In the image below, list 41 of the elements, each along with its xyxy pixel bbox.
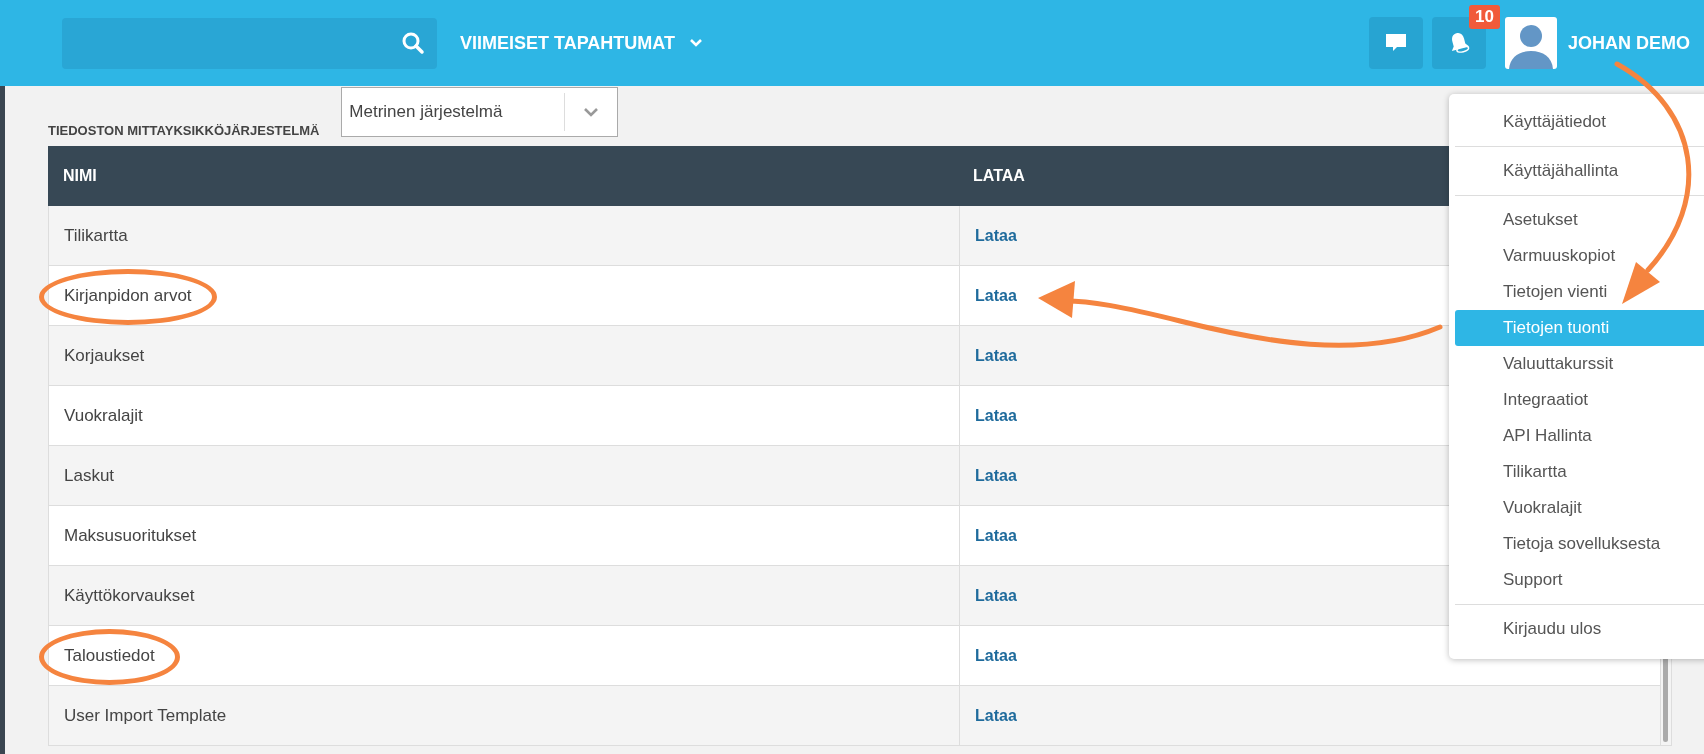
menu-item[interactable]: Tilikartta	[1455, 454, 1704, 490]
search-field[interactable]	[62, 17, 437, 69]
menu-item[interactable]: Integraatiot	[1455, 382, 1704, 418]
menu-item[interactable]: Valuuttakurssit	[1455, 346, 1704, 382]
chevron-down-icon	[689, 38, 703, 48]
chat-icon	[1384, 32, 1408, 54]
unit-system-select[interactable]: Metrinen järjestelmä	[341, 87, 619, 137]
search-icon	[401, 31, 425, 55]
file-name: User Import Template	[64, 705, 227, 726]
download-link[interactable]: Lataa	[975, 526, 1017, 545]
menu-item[interactable]: Vuokralajit	[1455, 490, 1704, 526]
download-link[interactable]: Lataa	[975, 406, 1017, 425]
unit-system-label: TIEDOSTON MITTAYKSIKKÖJÄRJESTELMÄ	[48, 123, 320, 138]
download-link[interactable]: Lataa	[975, 286, 1017, 305]
file-name: Korjaukset	[64, 345, 145, 366]
menu-item[interactable]: Varmuuskopiot	[1455, 238, 1704, 274]
menu-item[interactable]: Support	[1455, 562, 1704, 598]
chat-button[interactable]	[1369, 17, 1423, 69]
file-name: Vuokralajit	[64, 405, 143, 426]
column-header: LATAA	[973, 167, 1025, 185]
menu-item[interactable]: Kirjaudu ulos	[1455, 611, 1704, 647]
menu-item[interactable]: Asetukset	[1455, 202, 1704, 238]
chevron-down-icon	[583, 107, 600, 117]
download-link[interactable]: Lataa	[975, 646, 1017, 665]
notification-badge: 10	[1469, 5, 1500, 29]
menu-item[interactable]: Käyttäjähallinta	[1455, 153, 1704, 189]
download-link[interactable]: Lataa	[975, 346, 1017, 365]
avatar-silhouette[interactable]	[1505, 17, 1557, 69]
menu-item[interactable]: Tietoja sovelluksesta	[1455, 526, 1704, 562]
download-link[interactable]: Lataa	[975, 466, 1017, 485]
download-link[interactable]: Lataa	[975, 586, 1017, 605]
file-name: Laskut	[64, 465, 115, 486]
download-link[interactable]: Lataa	[975, 706, 1017, 725]
menu-item[interactable]: Tietojen vienti	[1455, 274, 1704, 310]
file-name: Tilikartta	[64, 225, 128, 246]
download-link[interactable]: Lataa	[975, 226, 1017, 245]
menu-item[interactable]: Käyttäjätiedot	[1455, 104, 1704, 140]
menu-item[interactable]: API Hallinta	[1455, 418, 1704, 454]
file-name: Maksusuoritukset	[64, 525, 197, 546]
column-header: NIMI	[63, 167, 97, 185]
file-name: Käyttökorvaukset	[64, 585, 195, 606]
